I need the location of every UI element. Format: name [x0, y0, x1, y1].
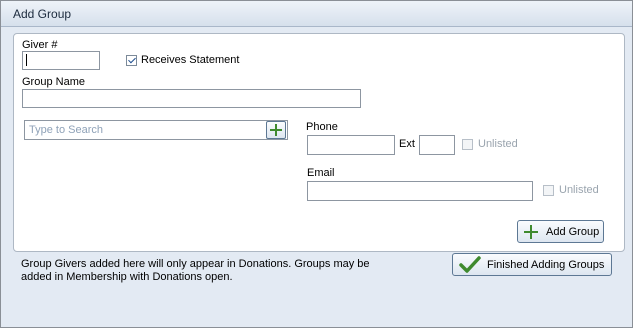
add-group-button[interactable]: Add Group [517, 220, 604, 243]
window-title: Add Group [13, 7, 72, 21]
checkmark-icon [459, 256, 481, 273]
phone-unlisted-checkbox[interactable] [462, 139, 473, 150]
plus-icon [270, 124, 282, 136]
add-group-button-label: Add Group [546, 226, 600, 238]
giver-number-input[interactable] [22, 51, 100, 70]
phone-input[interactable] [307, 135, 395, 155]
footer-note: Group Givers added here will only appear… [21, 258, 370, 283]
form-panel: Giver # Receives Statement Group Name Ty… [13, 33, 625, 252]
group-name-input[interactable] [22, 89, 361, 108]
finished-adding-groups-button[interactable]: Finished Adding Groups [452, 253, 612, 276]
plus-icon [524, 225, 538, 239]
giver-label: Giver # [22, 39, 58, 51]
title-bar: Add Group [1, 1, 632, 27]
add-group-window: Add Group Giver # Receives Statement Gro… [0, 0, 633, 328]
email-input[interactable] [307, 181, 533, 201]
ext-label: Ext [399, 138, 415, 150]
search-input[interactable]: Type to Search [24, 120, 288, 140]
search-add-button[interactable] [266, 121, 286, 139]
receives-statement-checkbox[interactable] [126, 55, 137, 66]
email-label: Email [307, 167, 335, 179]
email-unlisted-checkbox[interactable] [543, 185, 554, 196]
phone-unlisted-label: Unlisted [478, 138, 518, 150]
group-name-label: Group Name [22, 76, 85, 88]
finished-button-label: Finished Adding Groups [487, 259, 605, 271]
receives-statement-label: Receives Statement [141, 54, 240, 66]
ext-input[interactable] [419, 135, 455, 155]
phone-label: Phone [306, 121, 338, 133]
email-unlisted-label: Unlisted [559, 184, 599, 196]
